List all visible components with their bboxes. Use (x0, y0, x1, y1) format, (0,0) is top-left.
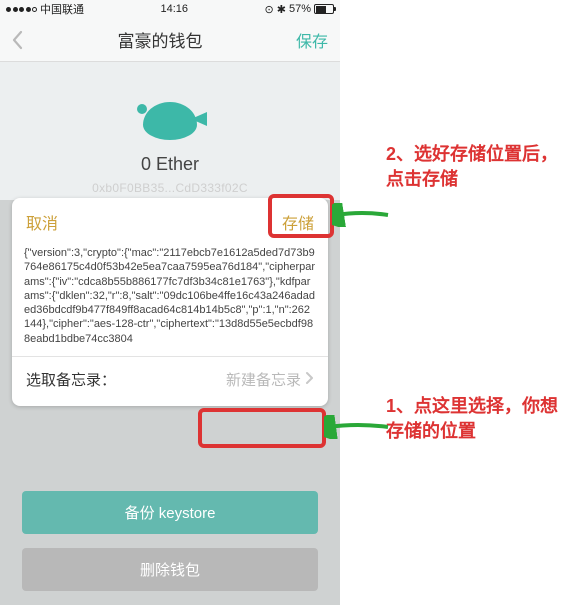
battery-icon (314, 4, 334, 14)
annotation-highlight-memo (198, 408, 326, 448)
annotation-highlight-store (268, 194, 334, 238)
battery-pct: 57% (289, 3, 311, 15)
backup-keystore-button[interactable]: 备份 keystore (22, 491, 318, 534)
nav-bar: 富豪的钱包 保存 (0, 18, 340, 62)
memo-placeholder: 新建备忘录 (226, 369, 301, 390)
alarm-icon: ⊙ (265, 3, 274, 16)
annotation-note-2: 2、选好存储位置后，点击存储 (386, 142, 569, 192)
wallet-address: 0xb0F0BB35...CdD333f02C (0, 181, 340, 195)
memo-picker-label: 选取备忘录： (26, 369, 116, 390)
wallet-avatar-icon (143, 102, 197, 140)
annotation-arrow-1 (324, 415, 390, 439)
annotation-arrow-2 (332, 203, 390, 227)
annotation-note-1: 1、点这里选择，你想存储的位置 (386, 394, 569, 444)
keystore-json-text: {"version":3,"crypto":{"mac":"2117ebcb7e… (12, 246, 328, 356)
save-button[interactable]: 保存 (296, 28, 328, 52)
memo-picker-button[interactable]: 新建备忘录 (226, 369, 314, 390)
carrier-label: 中国联通 (40, 1, 84, 17)
delete-wallet-button[interactable]: 删除钱包 (22, 548, 318, 591)
status-time: 14:16 (161, 3, 189, 15)
chevron-right-icon (305, 371, 314, 389)
back-button[interactable] (12, 30, 24, 50)
balance-label: 0 Ether (0, 154, 340, 175)
bluetooth-icon: ✱ (277, 3, 286, 16)
page-title: 富豪的钱包 (24, 27, 296, 52)
cancel-button[interactable]: 取消 (26, 210, 58, 234)
signal-dots-icon (6, 7, 37, 12)
status-bar: 中国联通 14:16 ⊙ ✱ 57% (0, 0, 340, 18)
